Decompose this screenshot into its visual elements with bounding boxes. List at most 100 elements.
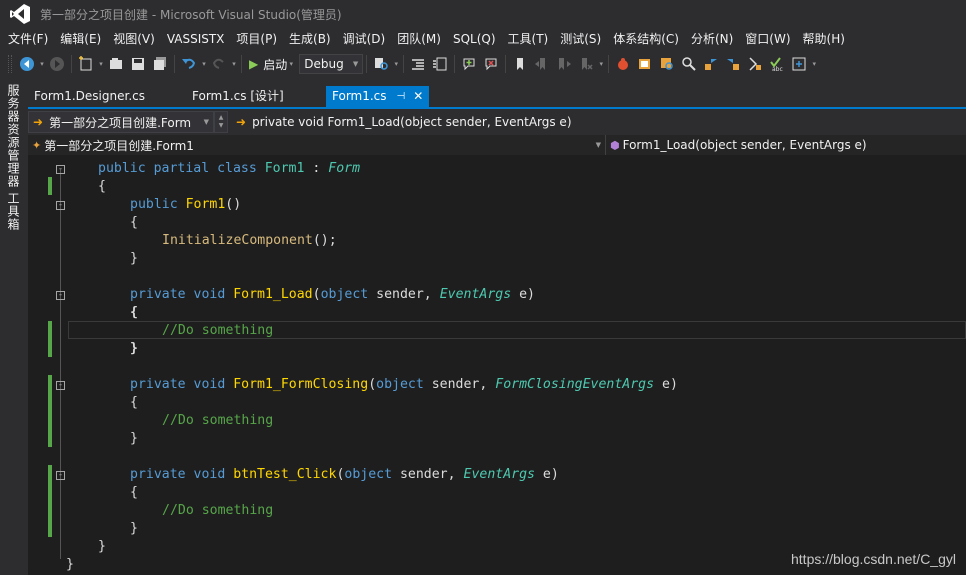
tab-form1-designer-cs[interactable]: Form1.Designer.cs bbox=[28, 86, 186, 107]
toolbar-separator bbox=[403, 55, 405, 73]
menu-test[interactable]: 测试(S) bbox=[554, 28, 607, 50]
tab-form1-cs[interactable]: Form1.cs ⊣ ✕ bbox=[326, 86, 430, 107]
bookmark-dropdown-icon[interactable]: ▾ bbox=[597, 60, 605, 68]
navigation-updown[interactable]: ▲ ▼ bbox=[214, 111, 228, 133]
chevron-up-icon[interactable]: ▲ bbox=[219, 114, 224, 122]
code-token: EventArgs bbox=[439, 287, 512, 302]
spell-check-icon[interactable]: abc bbox=[766, 53, 788, 75]
open-file-icon[interactable] bbox=[105, 53, 127, 75]
new-project-icon[interactable] bbox=[75, 53, 97, 75]
back-dropdown-icon[interactable]: ▾ bbox=[38, 60, 46, 68]
code-token: public partial class bbox=[98, 161, 265, 176]
collapse-click-icon[interactable]: - bbox=[56, 471, 65, 480]
menu-analyze[interactable]: 分析(N) bbox=[685, 28, 739, 50]
go-forward-method-icon[interactable] bbox=[722, 53, 744, 75]
find-dropdown-icon[interactable]: ▾ bbox=[392, 60, 400, 68]
open-corresponding-file-icon[interactable] bbox=[744, 53, 766, 75]
menu-debug[interactable]: 调试(D) bbox=[337, 28, 392, 50]
code-token: object bbox=[320, 287, 369, 302]
code-token: sender, bbox=[392, 467, 464, 482]
open-file-in-solution-icon[interactable] bbox=[634, 53, 656, 75]
uncomment-lines-icon[interactable] bbox=[480, 53, 502, 75]
title-bar: 第一部分之项目创建 - Microsoft Visual Studio(管理员) bbox=[0, 0, 966, 28]
code-brace: } bbox=[66, 557, 74, 572]
outline-guide bbox=[60, 169, 61, 559]
tab-label: Form1.Designer.cs bbox=[34, 89, 145, 103]
menu-file[interactable]: 文件(F) bbox=[2, 28, 54, 50]
save-icon[interactable] bbox=[127, 53, 149, 75]
menu-edit[interactable]: 编辑(E) bbox=[54, 28, 107, 50]
redo-dropdown-icon[interactable]: ▾ bbox=[230, 60, 238, 68]
type-context-combo[interactable]: ➜ 第一部分之项目创建.Form ▼ bbox=[28, 111, 214, 133]
code-token: private void bbox=[130, 467, 234, 482]
find-in-files-icon[interactable] bbox=[370, 53, 392, 75]
code-editor[interactable]: - - - - - public partial class Form1 : F… bbox=[28, 155, 966, 575]
view-whitespace-icon[interactable] bbox=[788, 53, 810, 75]
collapse-closing-icon[interactable]: - bbox=[56, 381, 65, 390]
change-marker bbox=[48, 177, 52, 195]
go-back-method-icon[interactable] bbox=[700, 53, 722, 75]
back-icon[interactable] bbox=[16, 53, 38, 75]
toolbar-overflow-icon[interactable]: ▾ bbox=[810, 60, 818, 68]
menu-build[interactable]: 生成(B) bbox=[283, 28, 337, 50]
left-tool-window-strip: 服务器资源管理器 工具箱 bbox=[0, 78, 28, 575]
member-dropdown[interactable]: ⬢ Form1_Load(object sender, EventArgs e) bbox=[606, 135, 966, 155]
server-explorer-tab[interactable]: 服务器资源管理器 bbox=[6, 84, 22, 188]
code-token: object bbox=[344, 467, 393, 482]
next-bookmark-icon[interactable] bbox=[553, 53, 575, 75]
pin-icon[interactable]: ⊣ bbox=[397, 86, 406, 107]
toolbar-separator bbox=[454, 55, 456, 73]
code-token: () bbox=[225, 197, 242, 212]
menu-team[interactable]: 团队(M) bbox=[391, 28, 447, 50]
menu-sql[interactable]: SQL(Q) bbox=[447, 28, 502, 50]
vassistx-bug-icon[interactable] bbox=[612, 53, 634, 75]
start-debugging-button[interactable]: ▶ 启动 ▾ bbox=[245, 53, 299, 75]
clear-bookmarks-icon[interactable] bbox=[575, 53, 597, 75]
code-token: Form1_Load bbox=[233, 287, 313, 302]
toolbar-grip[interactable] bbox=[8, 55, 12, 73]
code-token: (); bbox=[312, 233, 337, 248]
menu-vassistx[interactable]: VASSISTX bbox=[161, 28, 231, 50]
tab-form1-cs-design[interactable]: Form1.cs [设计] bbox=[186, 86, 326, 107]
code-token: Form bbox=[328, 161, 361, 176]
save-all-icon[interactable] bbox=[149, 53, 171, 75]
solution-configuration-value: Debug bbox=[304, 57, 344, 71]
menu-tools[interactable]: 工具(T) bbox=[502, 28, 555, 50]
class-dropdown[interactable]: ✦ 第一部分之项目创建.Form1 ▼ bbox=[28, 135, 606, 155]
close-icon[interactable]: ✕ bbox=[413, 86, 423, 107]
code-brace: } bbox=[130, 431, 138, 446]
find-symbol-icon[interactable] bbox=[656, 53, 678, 75]
code-token: Form1 bbox=[264, 161, 305, 176]
solution-configuration-select[interactable]: Debug ▼ bbox=[299, 54, 364, 74]
code-initialize-call: InitializeComponent(); bbox=[162, 232, 337, 250]
menu-project[interactable]: 项目(P) bbox=[230, 28, 283, 50]
code-token: e) bbox=[511, 287, 535, 302]
code-brace: { bbox=[98, 179, 106, 194]
forward-icon[interactable] bbox=[46, 53, 68, 75]
collapse-class-icon[interactable]: - bbox=[56, 165, 65, 174]
decrease-indent-icon[interactable] bbox=[407, 53, 429, 75]
code-class-declaration: public partial class Form1 : Form bbox=[98, 160, 360, 178]
toolbar-separator bbox=[241, 55, 242, 73]
undo-icon[interactable] bbox=[178, 53, 200, 75]
menu-help[interactable]: 帮助(H) bbox=[797, 28, 851, 50]
comment-lines-icon[interactable] bbox=[458, 53, 480, 75]
previous-bookmark-icon[interactable] bbox=[531, 53, 553, 75]
menu-architecture[interactable]: 体系结构(C) bbox=[607, 28, 685, 50]
change-marker bbox=[48, 321, 52, 357]
menu-view[interactable]: 视图(V) bbox=[107, 28, 161, 50]
redo-icon[interactable] bbox=[208, 53, 230, 75]
bookmark-icon[interactable] bbox=[509, 53, 531, 75]
collapse-load-icon[interactable]: - bbox=[56, 291, 65, 300]
code-token: btnTest_Click bbox=[233, 467, 337, 482]
collapse-ctor-icon[interactable]: - bbox=[56, 201, 65, 210]
menu-window[interactable]: 窗口(W) bbox=[739, 28, 796, 50]
member-context-combo[interactable]: ➜ private void Form1_Load(object sender,… bbox=[232, 111, 592, 133]
start-dropdown-icon[interactable]: ▾ bbox=[287, 60, 295, 68]
chevron-down-icon[interactable]: ▼ bbox=[219, 122, 224, 130]
find-references-icon[interactable] bbox=[678, 53, 700, 75]
increase-indent-icon[interactable] bbox=[429, 53, 451, 75]
undo-dropdown-icon[interactable]: ▾ bbox=[200, 60, 208, 68]
toolbox-tab[interactable]: 工具箱 bbox=[6, 192, 22, 231]
new-project-dropdown-icon[interactable]: ▾ bbox=[97, 60, 105, 68]
